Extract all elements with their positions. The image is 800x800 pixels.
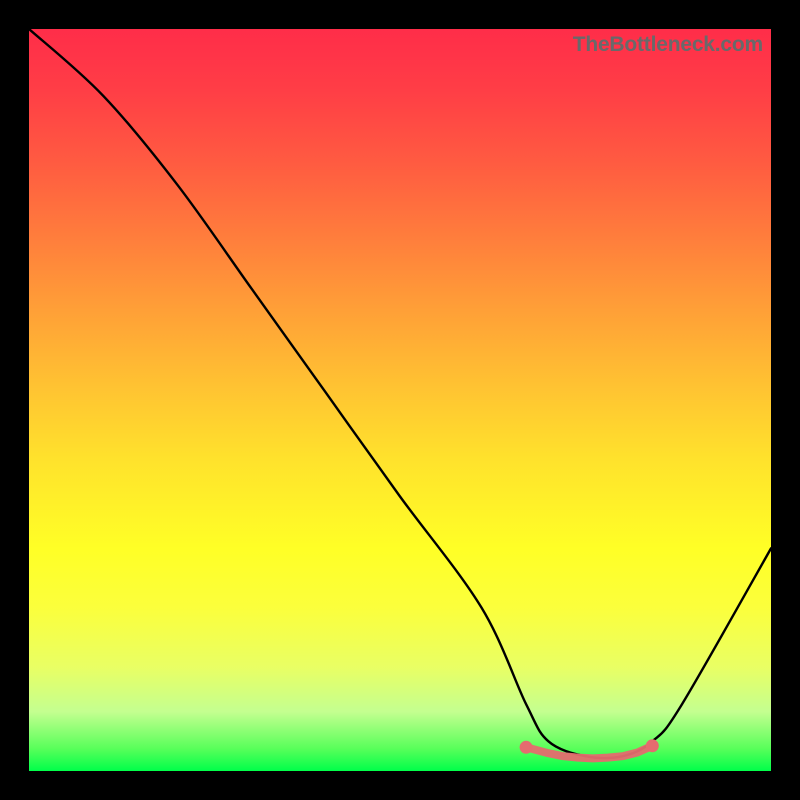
- trough-end-dot: [520, 741, 533, 754]
- trough-highlight: [526, 746, 652, 759]
- bottleneck-curve: [29, 29, 771, 758]
- trough-end-dot: [646, 739, 659, 752]
- optimal-range-markers: [520, 739, 659, 758]
- plot-area: TheBottleneck.com: [29, 29, 771, 771]
- curve-svg: [29, 29, 771, 771]
- chart-container: TheBottleneck.com: [0, 0, 800, 800]
